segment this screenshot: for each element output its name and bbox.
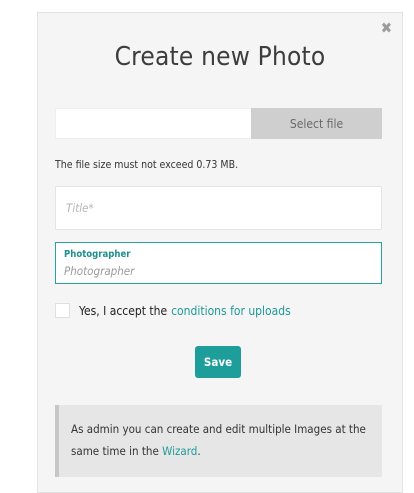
info-text: As admin you can create and edit multipl…	[71, 422, 366, 458]
wizard-link[interactable]: Wizard	[162, 444, 197, 458]
accept-conditions-row: Yes, I accept the conditions for uploads	[55, 303, 291, 318]
info-suffix: .	[197, 444, 201, 458]
photographer-input[interactable]	[64, 264, 373, 278]
photographer-label: Photographer	[64, 249, 131, 260]
accept-checkbox[interactable]	[55, 303, 70, 318]
conditions-link[interactable]: conditions for uploads	[171, 304, 291, 318]
file-name-display[interactable]	[55, 108, 251, 139]
create-photo-modal: ✖ Create new Photo Select file The file …	[37, 12, 403, 493]
save-button[interactable]: Save	[195, 346, 241, 378]
select-file-button[interactable]: Select file	[251, 108, 382, 139]
file-upload-row: Select file	[55, 108, 382, 139]
accept-text: Yes, I accept the	[79, 303, 168, 318]
photographer-field[interactable]: Photographer	[55, 242, 382, 284]
title-input[interactable]	[55, 186, 382, 230]
modal-title: Create new Photo	[114, 42, 326, 72]
close-icon[interactable]: ✖	[381, 21, 392, 36]
admin-info-box: As admin you can create and edit multipl…	[55, 405, 382, 477]
file-size-hint: The file size must not exceed 0.73 MB.	[55, 159, 239, 171]
